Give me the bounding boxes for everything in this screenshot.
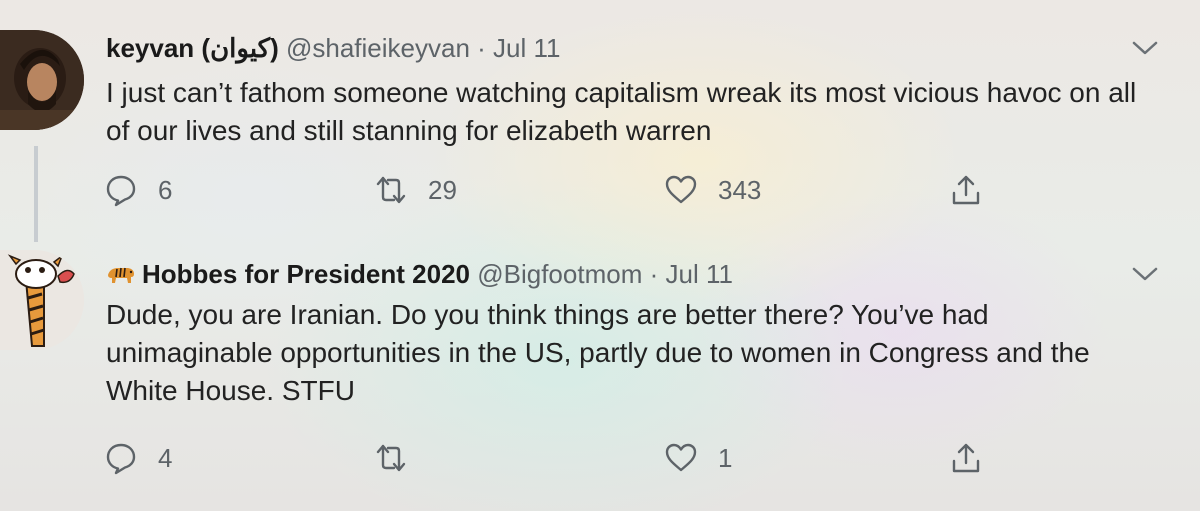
like-count: 1 <box>718 442 733 473</box>
separator: · <box>649 259 659 289</box>
retweet-count: 29 <box>428 174 457 205</box>
reply-button[interactable]: 4 <box>104 438 172 478</box>
retweet-button[interactable]: 29 <box>374 170 457 210</box>
tweet-text: Dude, you are Iranian. Do you think thin… <box>106 299 1090 406</box>
retweet-icon <box>376 444 406 472</box>
reply-button[interactable]: 6 <box>104 170 172 210</box>
reply-count: 4 <box>158 442 173 473</box>
share-button[interactable] <box>949 170 1003 210</box>
like-button[interactable]: 1 <box>664 438 732 478</box>
separator: · <box>477 33 486 63</box>
tweet[interactable]: keyvan (کیوان) @shafieikeyvan · Jul 11 I… <box>0 0 1200 242</box>
share-button[interactable] <box>949 438 1003 478</box>
reply-icon <box>106 175 136 207</box>
like-count: 343 <box>718 174 762 205</box>
tweet-actions: 6 29 343 <box>104 170 1004 210</box>
thread-line <box>34 146 38 242</box>
chevron-down-icon[interactable] <box>1130 38 1160 58</box>
avatar[interactable] <box>0 30 84 130</box>
tiger-icon <box>108 267 134 283</box>
heart-icon <box>665 443 697 472</box>
share-icon <box>952 443 980 473</box>
tweet-actions: 4 1 <box>104 438 1004 478</box>
avatar[interactable] <box>0 250 84 350</box>
author-name[interactable]: Hobbes for President 2020 <box>142 259 470 289</box>
tweet[interactable]: Hobbes for President 2020 @Bigfootmom · … <box>0 236 1200 511</box>
hobbes-cartoon-avatar-icon <box>0 250 84 350</box>
retweet-button[interactable] <box>374 438 428 478</box>
share-icon <box>952 175 980 205</box>
reply-count: 6 <box>158 174 173 205</box>
reply-icon <box>106 443 136 475</box>
tweet-header: keyvan (کیوان) @shafieikeyvan · Jul 11 <box>106 32 561 64</box>
tweet-text: I just can’t fathom someone watching cap… <box>106 77 1137 146</box>
like-button[interactable]: 343 <box>664 170 761 210</box>
tweet-date[interactable]: Jul 11 <box>666 259 733 289</box>
author-handle[interactable]: @shafieikeyvan <box>286 33 470 63</box>
tweet-header: Hobbes for President 2020 @Bigfootmom · … <box>106 258 733 290</box>
chevron-down-icon[interactable] <box>1130 264 1160 284</box>
tweet-date[interactable]: Jul 11 <box>493 33 560 63</box>
heart-icon <box>665 175 697 204</box>
retweet-icon <box>376 176 406 204</box>
author-name[interactable]: keyvan (کیوان) <box>106 33 279 63</box>
user-photo-avatar-icon <box>0 30 84 130</box>
author-handle[interactable]: @Bigfootmom <box>477 259 642 289</box>
